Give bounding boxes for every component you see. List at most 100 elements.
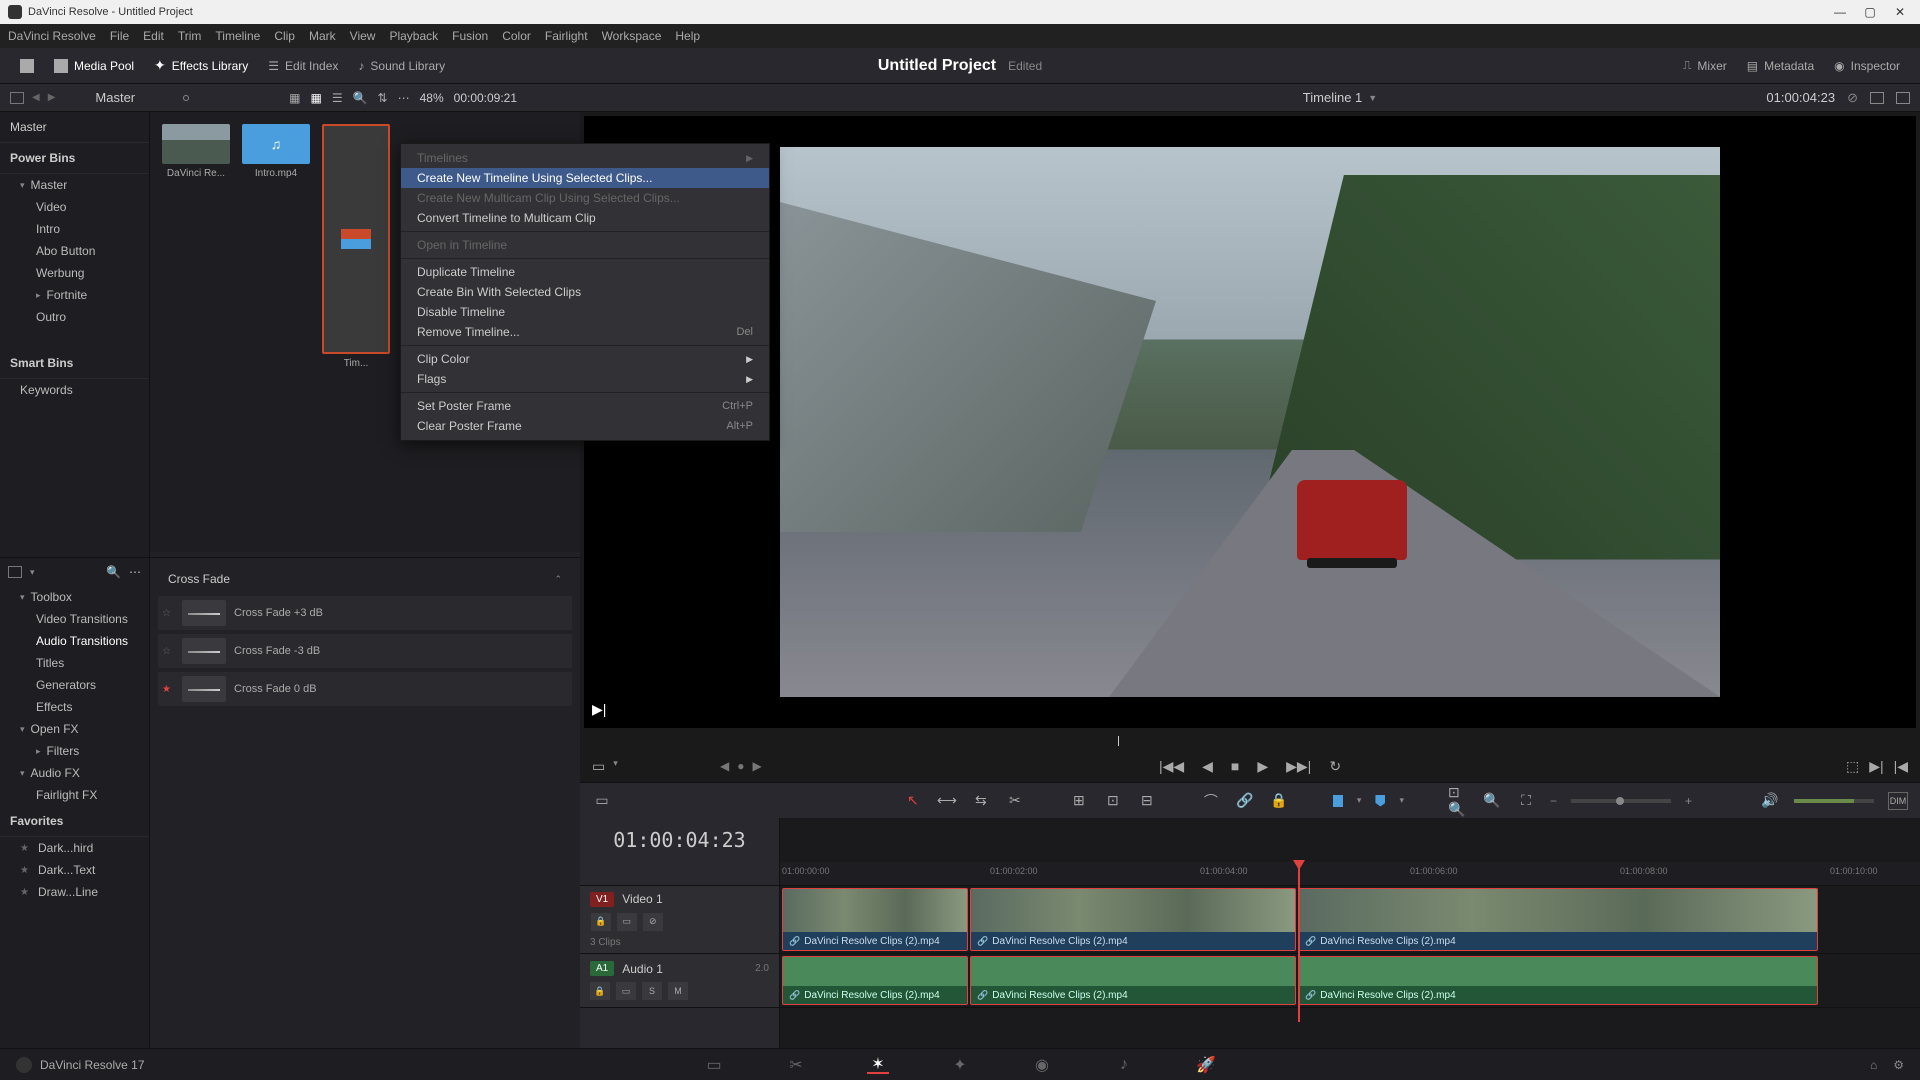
master-bin[interactable]: Master — [0, 112, 149, 143]
track-mute-button[interactable]: M — [668, 982, 688, 1000]
snapping-icon[interactable]: ⌒ — [1201, 792, 1221, 810]
sidebar-item-master[interactable]: ▾Master — [0, 174, 149, 196]
options-icon[interactable]: ⋯ — [398, 91, 410, 105]
menu-fusion[interactable]: Fusion — [452, 29, 488, 43]
settings-icon[interactable]: ⚙ — [1893, 1058, 1904, 1072]
sort-icon[interactable]: ⇅ — [378, 91, 388, 105]
audio-track-badge[interactable]: A1 — [590, 961, 614, 976]
sidebar-item-intro[interactable]: Intro — [0, 218, 149, 240]
favorites-header[interactable]: Favorites — [0, 806, 149, 837]
context-menu-item[interactable]: Remove Timeline...Del — [401, 322, 769, 342]
menu-fairlight[interactable]: Fairlight — [545, 29, 588, 43]
menu-view[interactable]: View — [350, 29, 376, 43]
selection-tool[interactable]: ↖ — [903, 792, 923, 810]
prev-edit-icon[interactable]: ◀ — [720, 759, 729, 773]
marker-dot-icon[interactable]: ● — [737, 759, 744, 773]
effects-audiofx[interactable]: ▾Audio FX — [0, 762, 149, 784]
sidebar-item-outro[interactable]: Outro — [0, 306, 149, 328]
zoom-custom-icon[interactable]: ⛶ — [1516, 792, 1536, 810]
bypass-icon[interactable]: ⊘ — [1847, 90, 1858, 106]
replace-tool[interactable]: ⊟ — [1137, 792, 1157, 810]
effect-item[interactable]: ☆Cross Fade +3 dB — [158, 596, 572, 630]
effects-video-transitions[interactable]: Video Transitions — [0, 608, 149, 630]
zoom-fit-icon[interactable]: ⊡🔍 — [1448, 792, 1468, 810]
menu-mark[interactable]: Mark — [309, 29, 336, 43]
audio-clip[interactable]: 🔗DaVinci Resolve Clips (2).mp4 — [970, 956, 1296, 1005]
media-page-icon[interactable]: ▭ — [703, 1056, 725, 1074]
effects-view-icon[interactable] — [8, 566, 22, 578]
effects-fairlight[interactable]: Fairlight FX — [0, 784, 149, 806]
video-track-header[interactable]: V1 Video 1 🔒 ▭ ⊘ 3 Clips — [580, 886, 779, 954]
audio-track-row[interactable]: 🔗DaVinci Resolve Clips (2).mp4 🔗DaVinci … — [780, 954, 1920, 1008]
search-icon[interactable]: 🔍 — [106, 565, 121, 579]
step-forward-icon[interactable]: ▶| — [592, 701, 606, 718]
audio-clip[interactable]: 🔗DaVinci Resolve Clips (2).mp4 — [1298, 956, 1818, 1005]
clip-thumb[interactable]: DaVinci Re... — [162, 124, 230, 179]
clip-thumb[interactable]: ♫ Intro.mp4 — [242, 124, 310, 179]
menu-davinci[interactable]: DaVinci Resolve — [8, 29, 96, 43]
bin-view-icon[interactable] — [10, 92, 24, 104]
track-lock-button[interactable]: 🔒 — [590, 982, 610, 1000]
effects-effects[interactable]: Effects — [0, 696, 149, 718]
video-clip[interactable]: 🔗DaVinci Resolve Clips (2).mp4 — [782, 888, 968, 951]
chevron-down-icon[interactable]: ▾ — [30, 567, 35, 578]
context-menu-item[interactable]: Clip Color▶ — [401, 349, 769, 369]
volume-icon[interactable]: 🔊 — [1760, 792, 1780, 810]
chevron-down-icon[interactable]: ▾ — [1357, 795, 1362, 806]
match-frame-icon[interactable]: ▭ — [592, 758, 605, 775]
track-frame-button[interactable]: ▭ — [617, 913, 637, 931]
menu-file[interactable]: File — [110, 29, 129, 43]
nav-left-icon[interactable]: ◀ — [32, 92, 40, 103]
stop-button[interactable]: ■ — [1231, 758, 1239, 774]
marker-icon[interactable] — [1375, 795, 1385, 807]
sidebar-item-keywords[interactable]: Keywords — [0, 379, 149, 401]
overwrite-tool[interactable]: ⊡ — [1103, 792, 1123, 810]
chevron-down-icon[interactable]: ▾ — [1399, 795, 1404, 806]
nav-right-icon[interactable]: ▶ — [48, 92, 56, 103]
effects-generators[interactable]: Generators — [0, 674, 149, 696]
home-icon[interactable]: ⌂ — [1870, 1058, 1877, 1072]
loop-button[interactable]: ↻ — [1329, 758, 1341, 775]
breadcrumb[interactable]: Master — [95, 90, 189, 105]
context-menu-item[interactable]: Disable Timeline — [401, 302, 769, 322]
video-track-row[interactable]: 🔗DaVinci Resolve Clips (2).mp4 🔗DaVinci … — [780, 886, 1920, 954]
video-clip[interactable]: 🔗DaVinci Resolve Clips (2).mp4 — [1298, 888, 1818, 951]
timeline-thumb[interactable]: Tim... — [322, 124, 390, 369]
menu-color[interactable]: Color — [502, 29, 531, 43]
in-out-icon[interactable]: ⬚ — [1846, 758, 1859, 775]
zoom-plus[interactable]: + — [1685, 794, 1692, 808]
first-frame-button[interactable]: |◀◀ — [1159, 758, 1184, 775]
favorite-item[interactable]: ★Draw...Line — [0, 881, 149, 903]
track-disable-button[interactable]: ⊘ — [643, 913, 663, 931]
favorite-item[interactable]: ★Dark...hird — [0, 837, 149, 859]
view-sheet-icon[interactable]: ▦ — [289, 91, 300, 105]
timeline-name-dropdown[interactable]: Timeline 1 ▼ — [1303, 90, 1377, 105]
collapse-icon[interactable]: ⌃ — [554, 574, 562, 585]
chevron-down-icon[interactable]: ▾ — [613, 758, 618, 775]
layout-toggle[interactable] — [10, 55, 44, 77]
viewer[interactable]: ▶| — [584, 116, 1916, 728]
timeline-ruler[interactable]: 01:00:00:00 01:00:02:00 01:00:04:00 01:0… — [780, 862, 1920, 886]
single-viewer-icon[interactable] — [1870, 92, 1884, 104]
sound-library-toggle[interactable]: ♪Sound Library — [348, 55, 455, 77]
favorite-item[interactable]: ★Dark...Text — [0, 859, 149, 881]
context-menu-item[interactable]: Clear Poster FrameAlt+P — [401, 416, 769, 436]
audio-clip[interactable]: 🔗DaVinci Resolve Clips (2).mp4 — [782, 956, 968, 1005]
close-button[interactable]: ✕ — [1894, 6, 1906, 18]
zoom-value[interactable]: 48% — [420, 91, 444, 105]
timeline-tracks[interactable]: 01:00:00:00 01:00:02:00 01:00:04:00 01:0… — [780, 818, 1920, 1048]
play-reverse-button[interactable]: ◀ — [1202, 758, 1213, 775]
effects-library-toggle[interactable]: ✦Effects Library — [144, 53, 258, 78]
video-track-badge[interactable]: V1 — [590, 892, 614, 907]
effects-category-header[interactable]: Cross Fade ⌃ — [158, 566, 572, 592]
power-bins-header[interactable]: Power Bins — [0, 143, 149, 174]
effects-openfx[interactable]: ▾Open FX — [0, 718, 149, 740]
context-menu-item[interactable]: Create Bin With Selected Clips — [401, 282, 769, 302]
last-frame-button[interactable]: ▶▶| — [1286, 758, 1311, 775]
search-icon[interactable]: 🔍 — [353, 91, 368, 105]
menu-timeline[interactable]: Timeline — [215, 29, 260, 43]
context-menu-item[interactable]: Create New Timeline Using Selected Clips… — [401, 168, 769, 188]
timeline-view-icon[interactable]: ▭ — [592, 792, 612, 810]
dual-viewer-icon[interactable] — [1896, 92, 1910, 104]
effects-toolbox[interactable]: ▾Toolbox — [0, 586, 149, 608]
